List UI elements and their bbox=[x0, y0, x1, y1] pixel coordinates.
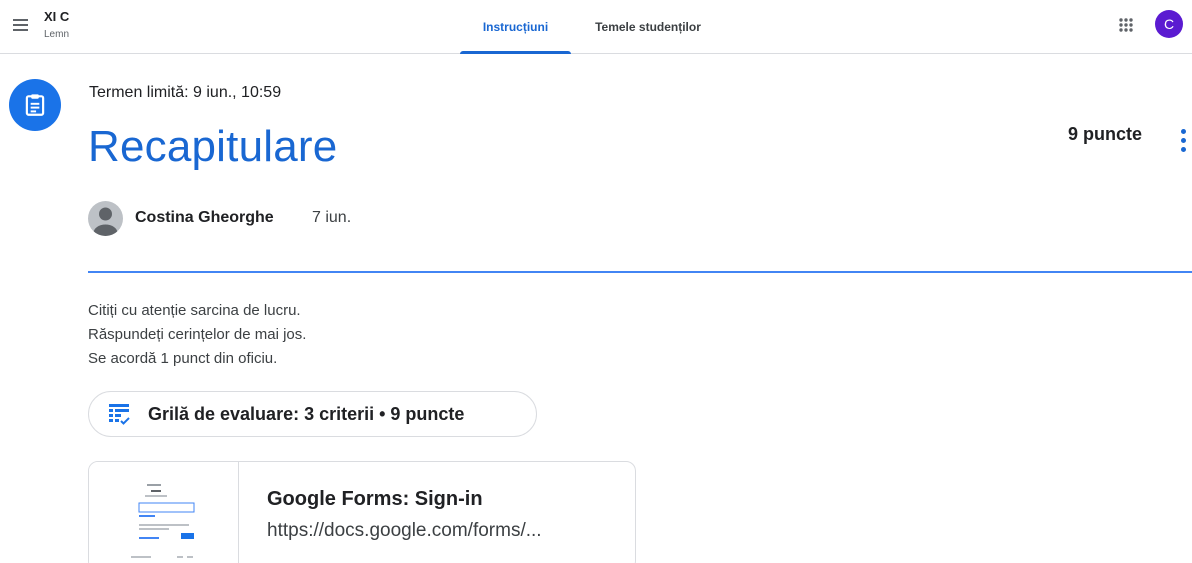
assignment-title: Recapitulare bbox=[88, 122, 338, 171]
author-name: Costina Gheorghe bbox=[135, 209, 274, 226]
attachment-title: Google Forms: Sign-in bbox=[267, 488, 483, 510]
menu-icon[interactable] bbox=[8, 13, 32, 37]
assignment-description: Citiți cu atenție sarcina de lucru. Răsp… bbox=[88, 299, 306, 371]
attachment-url: https://docs.google.com/forms/... bbox=[267, 520, 542, 541]
more-options-icon[interactable] bbox=[1174, 126, 1192, 154]
posted-date: 7 iun. bbox=[312, 209, 352, 226]
attachment-thumbnail bbox=[89, 462, 239, 563]
due-date: Termen limită: 9 iun., 10:59 bbox=[89, 84, 282, 101]
tab-student-work[interactable]: Temele studenților bbox=[586, 0, 710, 54]
tab-instructions[interactable]: Instrucțiuni bbox=[460, 0, 571, 54]
author-avatar bbox=[88, 201, 123, 236]
rubric-icon bbox=[107, 402, 131, 426]
top-app-bar: XI C Lemn Instrucțiuni Temele studențilo… bbox=[0, 0, 1192, 54]
attachment-card[interactable]: Google Forms: Sign-in https://docs.googl… bbox=[88, 461, 636, 563]
class-section: Lemn bbox=[44, 29, 70, 40]
description-line: Citiți cu atenție sarcina de lucru. bbox=[88, 302, 301, 319]
description-line: Răspundeți cerințelor de mai jos. bbox=[88, 326, 307, 343]
class-name[interactable]: XI C bbox=[44, 9, 69, 24]
assignment-icon bbox=[9, 79, 61, 131]
header-divider bbox=[88, 271, 1192, 273]
user-avatar[interactable]: C bbox=[1155, 10, 1183, 38]
points-label: 9 puncte bbox=[1068, 124, 1143, 144]
description-line: Se acordă 1 punct din oficiu. bbox=[88, 350, 278, 367]
rubric-label: Grilă de evaluare: 3 criterii • 9 puncte bbox=[148, 404, 465, 424]
rubric-chip[interactable]: Grilă de evaluare: 3 criterii • 9 puncte bbox=[88, 391, 537, 437]
apps-grid-icon[interactable] bbox=[1114, 13, 1138, 37]
